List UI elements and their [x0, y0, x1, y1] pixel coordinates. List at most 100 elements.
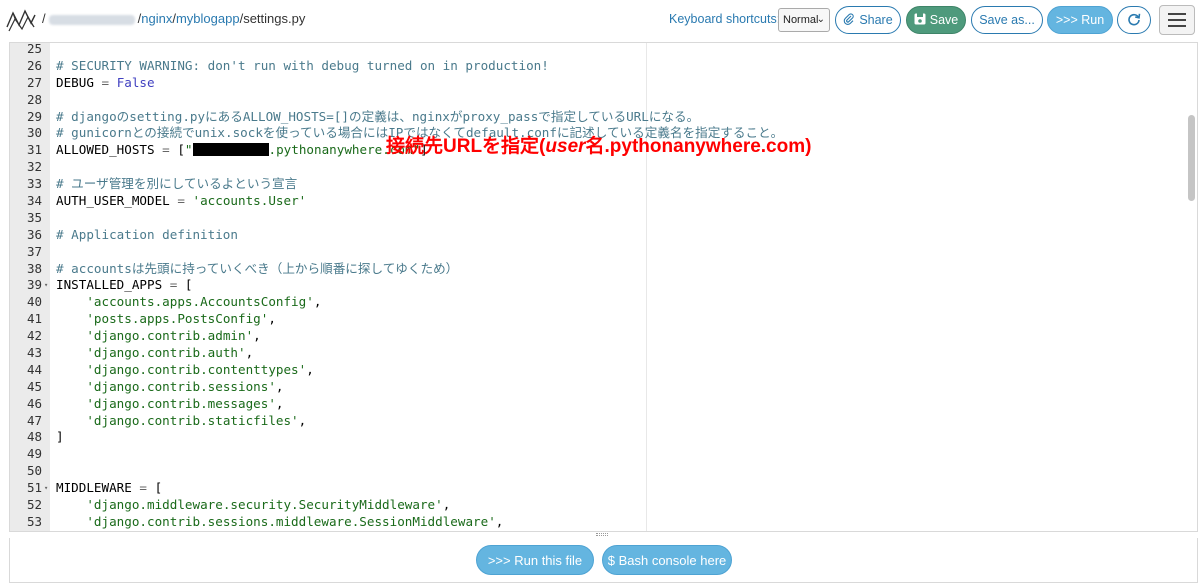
line-number: 39 — [26, 277, 42, 293]
floppy-disk-icon — [914, 13, 926, 28]
code-line[interactable]: 46 'django.contrib.messages', — [10, 396, 1180, 413]
code-line[interactable]: 43 'django.contrib.auth', — [10, 345, 1180, 362]
code-token: [ — [147, 480, 163, 496]
code-comment: # Application definition — [56, 226, 238, 242]
keyboard-mode-value: Normal — [783, 14, 819, 26]
breadcrumb-user-blurred[interactable] — [48, 14, 135, 25]
bash-console-button[interactable]: $ Bash console here — [602, 545, 732, 575]
code-token: , — [268, 311, 276, 327]
code-line[interactable]: 32 — [10, 159, 1180, 176]
breadcrumb-link-nginx[interactable]: nginx — [141, 11, 172, 26]
redacted-username — [192, 143, 269, 157]
code-line[interactable]: 49 — [10, 446, 1180, 463]
line-number: 32 — [26, 159, 42, 175]
code-string: 'django.contrib.staticfiles' — [86, 412, 299, 428]
code-line[interactable]: 40 'accounts.apps.AccountsConfig', — [10, 294, 1180, 311]
reload-button[interactable] — [1117, 6, 1151, 34]
code-line[interactable]: 52 'django.middleware.security.SecurityM… — [10, 497, 1180, 514]
code-line[interactable]: 31 ALLOWED_HOSTS = [" .pythonanywhere.com"… — [10, 137, 1180, 159]
code-line[interactable]: 53 'django.contrib.sessions.middleware.S… — [10, 514, 1180, 531]
line-number: 30 — [26, 125, 42, 141]
code-token: , — [298, 412, 307, 428]
line-number: 44 — [26, 361, 42, 377]
code-token: = — [162, 142, 170, 158]
vertical-scrollbar[interactable] — [1188, 115, 1195, 201]
save-button[interactable]: Save — [906, 6, 966, 34]
code-editor[interactable]: 25 26 # SECURITY WARNING: don't run with d… — [9, 42, 1198, 532]
line-number: 37 — [26, 243, 42, 259]
line-number: 35 — [26, 209, 42, 225]
code-lines[interactable]: 25 26 # SECURITY WARNING: don't run with d… — [10, 42, 1180, 531]
code-line[interactable]: 51 ▾ MIDDLEWARE = [ — [10, 480, 1180, 497]
code-line[interactable]: 36 # Application definition — [10, 227, 1180, 244]
code-text: DEBUG = False — [56, 75, 155, 92]
line-number: 41 — [26, 311, 42, 327]
line-number: 27 — [26, 74, 42, 90]
code-text: 'django.contrib.admin', — [56, 328, 261, 345]
code-line[interactable]: 35 — [10, 210, 1180, 227]
code-token: , — [495, 513, 504, 529]
code-line[interactable]: 41 'posts.apps.PostsConfig', — [10, 311, 1180, 328]
fold-arrow-icon[interactable]: ▾ — [44, 277, 48, 294]
code-text: MIDDLEWARE = [ — [56, 480, 162, 497]
code-text: # djangoのsetting.pyにあるALLOW_HOSTS=[]の定義は… — [56, 109, 699, 126]
code-line[interactable]: 47 'django.contrib.staticfiles', — [10, 413, 1180, 430]
code-line[interactable]: 25 — [10, 42, 1180, 58]
code-token: = — [139, 480, 147, 496]
code-line[interactable]: 34 AUTH_USER_MODEL = 'accounts.User' — [10, 193, 1180, 210]
code-line[interactable]: 33 # ユーザ管理を別にしているよという宣言 — [10, 176, 1180, 193]
code-string: 'django.contrib.admin' — [86, 328, 254, 344]
code-line[interactable]: 37 — [10, 244, 1180, 261]
code-line[interactable]: 50 — [10, 463, 1180, 480]
line-number: 52 — [26, 497, 42, 513]
code-string: " — [184, 142, 193, 158]
code-text: 'django.contrib.contenttypes', — [56, 362, 313, 379]
keyboard-mode-select[interactable]: Normal ⌄ — [778, 8, 830, 32]
run-this-file-button[interactable]: >>> Run this file — [476, 545, 594, 575]
fold-arrow-icon[interactable]: ▾ — [44, 480, 48, 497]
editor-resize-handle[interactable] — [596, 533, 608, 536]
code-text: # SECURITY WARNING: don't run with debug… — [56, 58, 549, 75]
breadcrumb-link-myblogapp[interactable]: myblogapp — [176, 11, 240, 26]
save-as-button[interactable]: Save as... — [971, 6, 1043, 34]
annotation-text: 名.pythonanywhere.com) — [585, 136, 812, 158]
code-token: AUTH_USER_MODEL — [56, 193, 178, 209]
code-token: , — [253, 328, 261, 344]
line-number: 25 — [26, 42, 42, 56]
code-line[interactable]: 45 'django.contrib.sessions', — [10, 379, 1180, 396]
code-line[interactable]: 38 # accountsは先頭に持っていくべき（上から順番に探してゆくため） — [10, 261, 1180, 278]
save-as-button-label: Save as... — [979, 13, 1035, 27]
code-line[interactable]: 26 # SECURITY WARNING: don't run with deb… — [10, 58, 1180, 75]
hamburger-menu-button[interactable] — [1159, 5, 1195, 35]
code-text: 'django.contrib.auth', — [56, 345, 253, 362]
line-number: 31 — [26, 142, 42, 158]
code-line[interactable]: 27 DEBUG = False — [10, 75, 1180, 92]
code-line[interactable]: 44 'django.contrib.contenttypes', — [10, 362, 1180, 379]
code-string: 'django.middleware.security.SecurityMidd… — [86, 497, 443, 513]
run-button[interactable]: >>> Run — [1047, 6, 1113, 34]
code-line[interactable]: 39 ▾ INSTALLED_APPS = [ — [10, 277, 1180, 294]
paperclip-icon — [843, 12, 855, 28]
line-number: 48 — [26, 429, 42, 445]
code-text: INSTALLED_APPS = [ — [56, 277, 193, 294]
share-button-label: Share — [859, 13, 893, 27]
code-line[interactable]: 29 # djangoのsetting.pyにあるALLOW_HOSTS=[]の定… — [10, 109, 1180, 126]
share-button[interactable]: Share — [835, 6, 901, 34]
code-text: 'accounts.apps.AccountsConfig', — [56, 294, 321, 311]
pythonanywhere-logo-icon[interactable] — [4, 7, 38, 33]
hamburger-icon-bar — [1168, 13, 1186, 15]
code-line[interactable]: 28 — [10, 92, 1180, 109]
code-text: AUTH_USER_MODEL = 'accounts.User' — [56, 193, 306, 210]
code-text: ] — [56, 429, 64, 446]
code-token: , — [313, 294, 322, 310]
line-number: 34 — [26, 193, 42, 209]
code-line[interactable]: 42 'django.contrib.admin', — [10, 328, 1180, 345]
code-line[interactable]: 48] — [10, 429, 1180, 446]
